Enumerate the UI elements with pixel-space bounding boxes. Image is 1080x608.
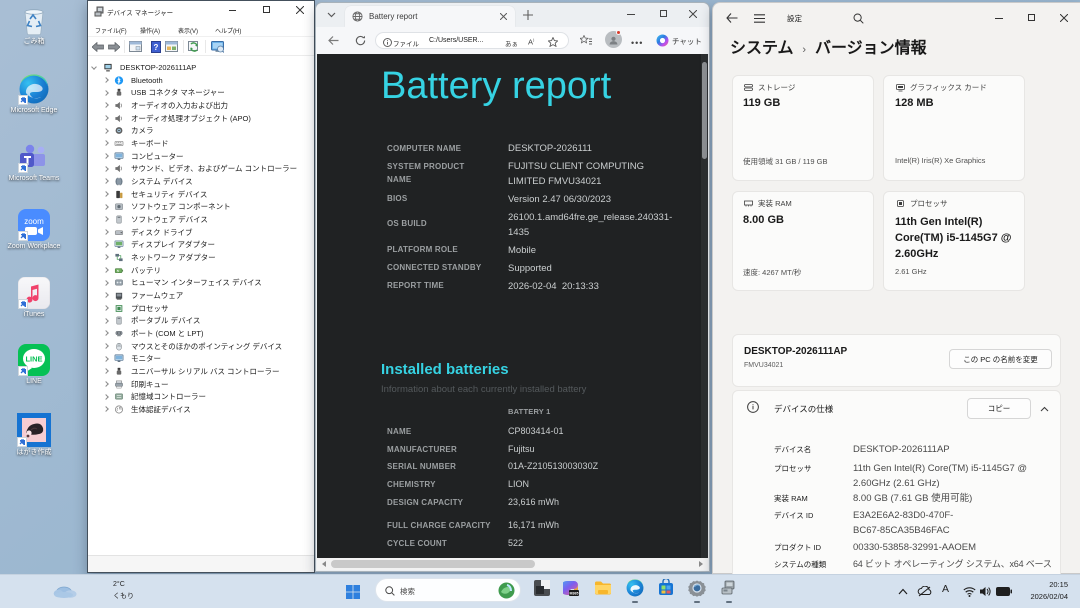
svg-text:LINE: LINE xyxy=(25,355,42,364)
svg-text:M365: M365 xyxy=(570,592,579,596)
svg-text:?: ? xyxy=(154,43,159,52)
svg-text:zoom: zoom xyxy=(24,217,44,226)
